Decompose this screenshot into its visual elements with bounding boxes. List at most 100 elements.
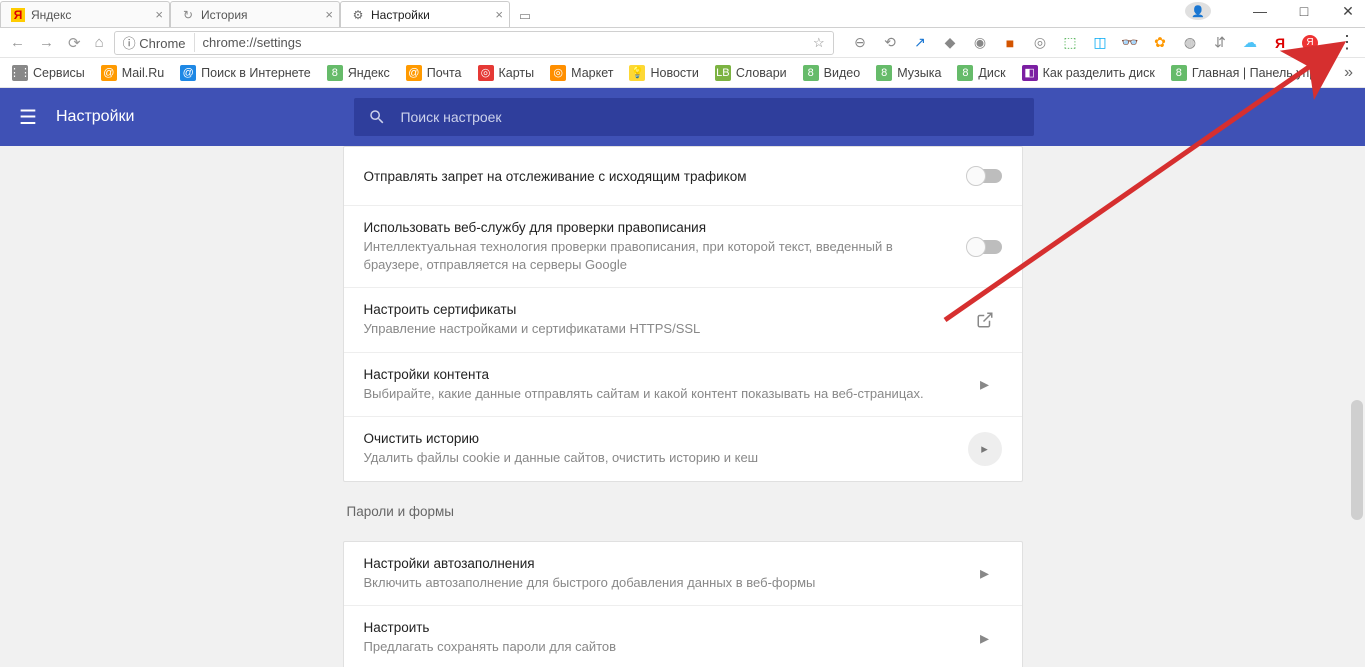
scrollbar-thumb[interactable]: [1351, 400, 1363, 520]
bookmark-label: Поиск в Интернете: [201, 66, 311, 80]
market-icon: ◎: [550, 65, 566, 81]
bookmark-label: Словари: [736, 66, 787, 80]
bookmark-cpanel[interactable]: 8Главная | Панель упр: [1171, 65, 1316, 81]
privacy-card: Отправлять запрет на отслеживание с исхо…: [343, 146, 1023, 482]
tab-settings[interactable]: ⚙ Настройки ×: [340, 1, 510, 27]
row-subtitle: Интеллектуальная технология проверки пра…: [364, 238, 952, 273]
bookmark-video[interactable]: 8Видео: [803, 65, 861, 81]
reload-button[interactable]: ⟳: [68, 34, 81, 52]
row-title: Настройки автозаполнения: [364, 556, 952, 571]
disk-icon: 8: [957, 65, 973, 81]
search-icon: [368, 108, 386, 126]
window-close[interactable]: ✕: [1335, 3, 1361, 20]
ext-icon[interactable]: ◉: [972, 35, 988, 51]
bookmark-maps[interactable]: ◎Карты: [478, 65, 535, 81]
external-link-icon[interactable]: [968, 303, 1002, 337]
setting-certificates[interactable]: Настроить сертификаты Управление настрой…: [344, 287, 1022, 352]
maps-icon: ◎: [478, 65, 494, 81]
toggle-switch[interactable]: [968, 169, 1002, 183]
bookmarks-bar: ⋮⋮Сервисы @Mail.Ru @Поиск в Интернете 8Я…: [0, 58, 1365, 88]
toggle-switch[interactable]: [968, 240, 1002, 254]
chevron-right-icon[interactable]: ▸: [968, 367, 1002, 401]
tab-icon-history: ↻: [181, 8, 195, 22]
tab-close-icon[interactable]: ×: [495, 7, 503, 22]
bookmark-search[interactable]: @Поиск в Интернете: [180, 65, 311, 81]
tab-close-icon[interactable]: ×: [155, 7, 163, 22]
bookmark-label: Сервисы: [33, 66, 85, 80]
bookmark-yandex[interactable]: 8Яндекс: [327, 65, 390, 81]
window-minimize[interactable]: —: [1247, 3, 1273, 19]
mailru-icon: @: [101, 65, 117, 81]
ext-icon[interactable]: ⇵: [1212, 35, 1228, 51]
tab-history[interactable]: ↻ История ×: [170, 1, 340, 27]
toolbar: ← → ⟳ ⌂ ⓘ Chrome chrome://settings ☆ ⊖ ⟲…: [0, 28, 1365, 58]
chevron-right-icon[interactable]: ▸: [968, 621, 1002, 655]
home-button[interactable]: ⌂: [95, 34, 104, 52]
partition-icon: ◧: [1022, 65, 1038, 81]
new-tab-button[interactable]: ▭: [514, 5, 536, 27]
forward-button[interactable]: →: [39, 34, 54, 52]
settings-search[interactable]: Поиск настроек: [354, 98, 1034, 136]
window-maximize[interactable]: □: [1291, 3, 1317, 19]
browser-menu-icon[interactable]: ⋮: [1338, 32, 1355, 53]
row-subtitle: Удалить файлы cookie и данные сайтов, оч…: [364, 449, 952, 467]
settings-header: ☰ Настройки Поиск настроек: [0, 88, 1365, 146]
ext-icon[interactable]: ◫: [1092, 35, 1108, 51]
bookmarks-overflow-icon[interactable]: »: [1344, 64, 1353, 82]
row-title: Настроить сертификаты: [364, 302, 952, 317]
bookmark-label: Диск: [978, 66, 1005, 80]
bookmark-star-icon[interactable]: ☆: [813, 35, 825, 51]
address-bar[interactable]: ⓘ Chrome chrome://settings ☆: [114, 31, 834, 55]
ext-icon[interactable]: ☁: [1242, 35, 1258, 51]
ext-icon[interactable]: 👓: [1122, 35, 1138, 51]
bookmark-news[interactable]: 💡Новости: [629, 65, 698, 81]
tab-icon-yandex: Я: [11, 8, 25, 22]
gear-icon: ⚙: [351, 8, 365, 22]
bookmark-dict[interactable]: LB Словари: [715, 65, 787, 81]
row-subtitle: Предлагать сохранять пароли для сайтов: [364, 638, 952, 656]
back-button[interactable]: ←: [10, 34, 25, 52]
ext-icon[interactable]: ⬚: [1062, 35, 1078, 51]
ext-icon[interactable]: ↗: [912, 35, 928, 51]
bookmark-pochta[interactable]: @Почта: [406, 65, 462, 81]
setting-autofill[interactable]: Настройки автозаполнения Включить автоза…: [344, 542, 1022, 606]
ext-icon[interactable]: ◎: [1032, 35, 1048, 51]
extension-icons: ⊖ ⟲ ↗ ◆ ◉ ■ ◎ ⬚ ◫ 👓 ✿ ◍ ⇵ ☁ Я Я ⋮: [852, 32, 1355, 53]
security-chip: ⓘ Chrome: [123, 33, 195, 52]
setting-content[interactable]: Настройки контента Выбирайте, какие данн…: [344, 352, 1022, 417]
tab-strip: Я Яндекс × ↻ История × ⚙ Настройки × ▭ 👤…: [0, 0, 1365, 28]
yandex-ext-icon[interactable]: Я: [1302, 35, 1318, 51]
ext-icon[interactable]: ⟲: [882, 35, 898, 51]
settings-content[interactable]: Отправлять запрет на отслеживание с исхо…: [0, 146, 1365, 667]
ext-icon[interactable]: ■: [1002, 35, 1018, 51]
bookmark-label: Новости: [650, 66, 698, 80]
bookmark-split-disk[interactable]: ◧Как разделить диск: [1022, 65, 1155, 81]
tab-yandex[interactable]: Я Яндекс ×: [0, 1, 170, 27]
chevron-right-icon[interactable]: ▸: [968, 557, 1002, 591]
row-subtitle: Включить автозаполнение для быстрого доб…: [364, 574, 952, 592]
bookmark-services[interactable]: ⋮⋮ Сервисы: [12, 65, 85, 81]
profile-icon[interactable]: 👤: [1185, 2, 1211, 20]
apps-icon: ⋮⋮: [12, 65, 28, 81]
ext-icon[interactable]: Я: [1272, 35, 1288, 51]
bookmark-music[interactable]: 8Музыка: [876, 65, 941, 81]
section-passwords-label: Пароли и формы: [343, 504, 1023, 519]
ext-icon[interactable]: ◆: [942, 35, 958, 51]
ext-icon[interactable]: ◍: [1182, 35, 1198, 51]
tab-label: Настройки: [371, 8, 430, 22]
dict-icon: LB: [715, 65, 731, 81]
row-subtitle: Управление настройками и сертификатами H…: [364, 320, 952, 338]
ext-icon[interactable]: ✿: [1152, 35, 1168, 51]
tab-close-icon[interactable]: ×: [325, 7, 333, 22]
ext-icon[interactable]: ⊖: [852, 35, 868, 51]
setting-clear-history[interactable]: Очистить историю Удалить файлы cookie и …: [344, 416, 1022, 481]
menu-icon[interactable]: ☰: [0, 105, 56, 130]
bookmark-disk[interactable]: 8 Диск: [957, 65, 1005, 81]
arrow-circle-icon[interactable]: ▸: [968, 432, 1002, 466]
bookmark-label: Музыка: [897, 66, 941, 80]
bookmark-market[interactable]: ◎Маркет: [550, 65, 613, 81]
bookmark-mailru[interactable]: @Mail.Ru: [101, 65, 164, 81]
setting-do-not-track[interactable]: Отправлять запрет на отслеживание с исхо…: [344, 147, 1022, 205]
setting-spellcheck[interactable]: Использовать веб-службу для проверки пра…: [344, 205, 1022, 287]
setting-save-passwords[interactable]: Настроить Предлагать сохранять пароли дл…: [344, 605, 1022, 667]
